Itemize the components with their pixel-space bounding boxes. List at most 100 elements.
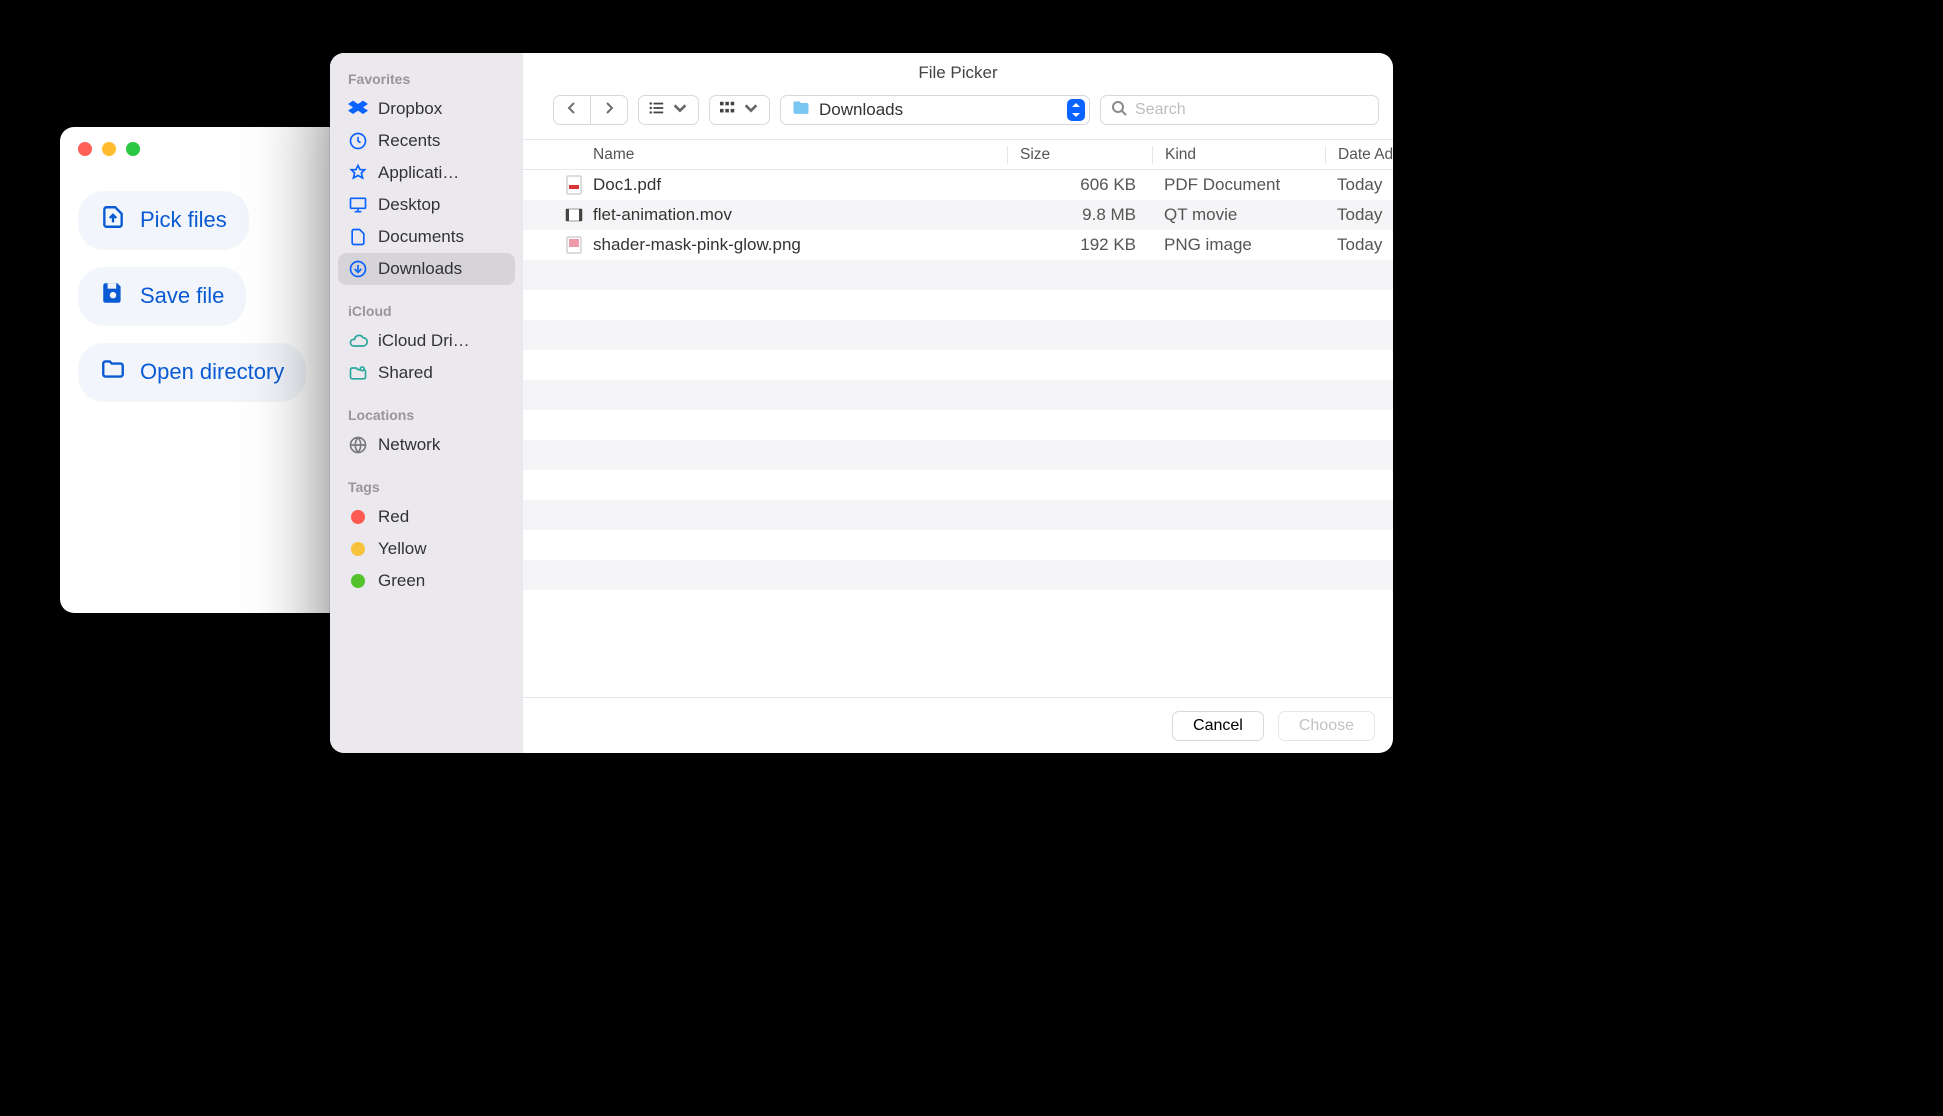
dropbox-icon [348, 99, 368, 119]
open-directory-label: Open directory [140, 359, 284, 385]
mov-icon [563, 204, 585, 226]
list-icon [649, 100, 665, 121]
download-icon [348, 259, 368, 279]
folder-icon [100, 356, 126, 388]
empty-row [523, 410, 1393, 440]
sidebar-section-label: Locations [338, 389, 515, 429]
sidebar-item-downloads[interactable]: Downloads [338, 253, 515, 285]
tag-dot-icon [351, 510, 365, 524]
grid-icon [720, 100, 736, 121]
empty-row [523, 440, 1393, 470]
close-window-button[interactable] [78, 142, 92, 156]
save-icon [100, 280, 126, 312]
chevron-right-icon [601, 100, 617, 121]
document-icon [348, 227, 368, 247]
file-size: 606 KB [1007, 175, 1152, 195]
search-icon [1111, 100, 1127, 121]
empty-row [523, 560, 1393, 590]
sidebar-item-label: Downloads [378, 259, 462, 279]
file-name: flet-animation.mov [593, 205, 1007, 225]
save-file-label: Save file [140, 283, 224, 309]
search-box[interactable] [1100, 95, 1379, 125]
forward-button[interactable] [591, 95, 628, 125]
tag-dot-icon [351, 542, 365, 556]
sidebar-item-label: Green [378, 571, 425, 591]
table-header: Name Size Kind Date Added [523, 140, 1393, 170]
file-row[interactable]: shader-mask-pink-glow.png192 KBPNG image… [523, 230, 1393, 260]
column-header-name[interactable]: Name [593, 146, 1007, 164]
empty-row [523, 260, 1393, 290]
globe-icon [348, 435, 368, 455]
pdf-icon [563, 174, 585, 196]
folder-icon [791, 98, 811, 123]
column-header-size[interactable]: Size [1007, 146, 1152, 164]
sidebar-item-green[interactable]: Green [338, 565, 515, 597]
file-size: 192 KB [1007, 235, 1152, 255]
file-row[interactable]: Doc1.pdf606 KBPDF DocumentToday [523, 170, 1393, 200]
file-date: Today [1325, 205, 1393, 225]
sidebar-item-label: iCloud Dri… [378, 331, 470, 351]
file-row[interactable]: flet-animation.mov9.8 MBQT movieToday [523, 200, 1393, 230]
pick-files-button[interactable]: Pick files [78, 191, 249, 249]
sidebar-item-applicati[interactable]: Applicati… [338, 157, 515, 189]
empty-row [523, 290, 1393, 320]
open-directory-button[interactable]: Open directory [78, 343, 306, 401]
empty-row [523, 470, 1393, 500]
back-button[interactable] [553, 95, 591, 125]
empty-row [523, 530, 1393, 560]
file-date: Today [1325, 175, 1393, 195]
shared-icon [348, 363, 368, 383]
clock-icon [348, 131, 368, 151]
tag-dot-icon [351, 574, 365, 588]
choose-button[interactable]: Choose [1278, 711, 1375, 741]
file-name: Doc1.pdf [593, 175, 1007, 195]
sidebar-item-network[interactable]: Network [338, 429, 515, 461]
cloud-icon [348, 331, 368, 351]
minimize-window-button[interactable] [102, 142, 116, 156]
sidebar: Favorites Dropbox Recents Applicati… Desktop… [330, 53, 523, 753]
file-kind: QT movie [1152, 205, 1325, 225]
sidebar-section-label: Tags [338, 461, 515, 501]
sidebar-item-desktop[interactable]: Desktop [338, 189, 515, 221]
file-kind: PNG image [1152, 235, 1325, 255]
file-name: shader-mask-pink-glow.png [593, 235, 1007, 255]
file-size: 9.8 MB [1007, 205, 1152, 225]
column-header-kind[interactable]: Kind [1152, 146, 1325, 164]
sidebar-item-red[interactable]: Red [338, 501, 515, 533]
chevron-down-icon [672, 100, 688, 121]
sidebar-item-dropbox[interactable]: Dropbox [338, 93, 515, 125]
sidebar-item-icloud-dri[interactable]: iCloud Dri… [338, 325, 515, 357]
file-picker-dialog: Favorites Dropbox Recents Applicati… Desktop… [330, 53, 1393, 753]
search-input[interactable] [1135, 101, 1368, 119]
sidebar-item-label: Yellow [378, 539, 427, 559]
empty-row [523, 590, 1393, 620]
picker-main: File Picker Downloads [523, 53, 1393, 753]
sidebar-item-label: Dropbox [378, 99, 442, 119]
empty-row [523, 350, 1393, 380]
nav-group [553, 95, 628, 125]
sidebar-item-yellow[interactable]: Yellow [338, 533, 515, 565]
sidebar-item-recents[interactable]: Recents [338, 125, 515, 157]
column-header-date[interactable]: Date Added [1325, 146, 1393, 164]
upload-icon [100, 204, 126, 236]
view-list-button[interactable] [638, 95, 699, 125]
sidebar-item-shared[interactable]: Shared [338, 357, 515, 389]
dialog-footer: Cancel Choose [523, 697, 1393, 753]
sidebar-item-label: Applicati… [378, 163, 459, 183]
cancel-button[interactable]: Cancel [1172, 711, 1264, 741]
location-label: Downloads [819, 100, 1059, 120]
chevron-left-icon [564, 100, 580, 121]
maximize-window-button[interactable] [126, 142, 140, 156]
location-popup[interactable]: Downloads [780, 95, 1090, 125]
file-list: Doc1.pdf606 KBPDF DocumentTodayflet-anim… [523, 170, 1393, 697]
save-file-button[interactable]: Save file [78, 267, 246, 325]
updown-icon [1067, 99, 1085, 121]
sidebar-item-documents[interactable]: Documents [338, 221, 515, 253]
sidebar-item-label: Red [378, 507, 409, 527]
sidebar-item-label: Shared [378, 363, 433, 383]
sidebar-section-label: Favorites [338, 63, 515, 93]
sidebar-item-label: Desktop [378, 195, 440, 215]
sidebar-item-label: Network [378, 435, 440, 455]
group-by-button[interactable] [709, 95, 770, 125]
dialog-title: File Picker [523, 53, 1393, 93]
